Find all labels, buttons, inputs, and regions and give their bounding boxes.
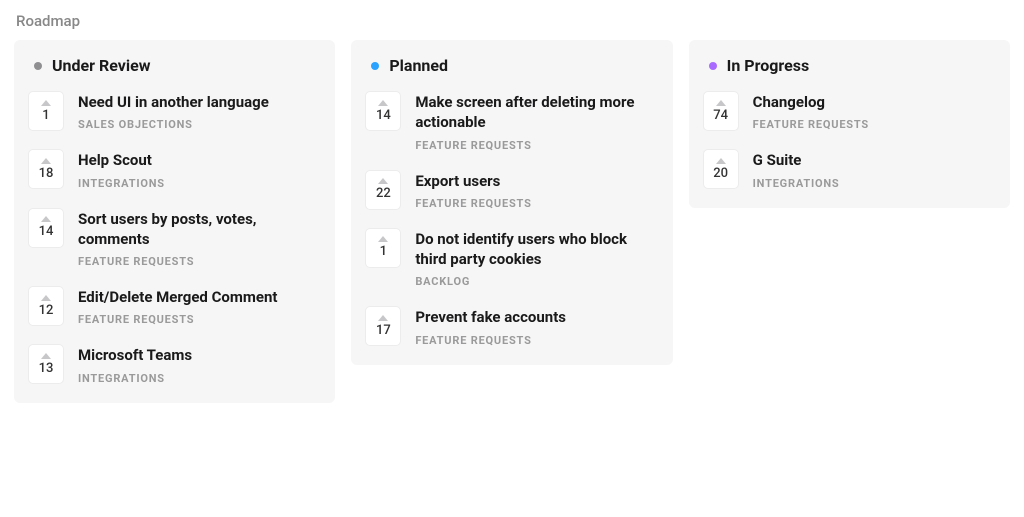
card-category: FEATURE REQUESTS — [78, 255, 321, 268]
roadmap-card: 18 Help Scout INTEGRATIONS — [28, 149, 321, 189]
card-body: Help Scout INTEGRATIONS — [78, 149, 165, 189]
upvote-button[interactable]: 1 — [365, 228, 401, 268]
caret-up-icon — [378, 236, 388, 242]
card-title[interactable]: Edit/Delete Merged Comment — [78, 287, 277, 307]
card-title[interactable]: Prevent fake accounts — [415, 307, 566, 327]
card-category: SALES OBJECTIONS — [78, 118, 269, 131]
card-category: INTEGRATIONS — [78, 372, 192, 385]
card-title[interactable]: Do not identify users who block third pa… — [415, 229, 658, 270]
roadmap-card: 20 G Suite INTEGRATIONS — [703, 149, 996, 189]
card-list: 1 Need UI in another language SALES OBJE… — [28, 91, 321, 385]
roadmap-card: 12 Edit/Delete Merged Comment FEATURE RE… — [28, 286, 321, 326]
vote-count: 14 — [376, 108, 391, 123]
column-header: In Progress — [703, 54, 996, 77]
vote-count: 20 — [713, 166, 728, 181]
roadmap-card: 74 Changelog FEATURE REQUESTS — [703, 91, 996, 131]
upvote-button[interactable]: 22 — [365, 170, 401, 210]
caret-up-icon — [41, 353, 51, 359]
card-body: Prevent fake accounts FEATURE REQUESTS — [415, 306, 566, 346]
card-body: Edit/Delete Merged Comment FEATURE REQUE… — [78, 286, 277, 326]
vote-count: 22 — [376, 186, 391, 201]
card-category: FEATURE REQUESTS — [753, 118, 869, 131]
roadmap-card: 14 Make screen after deleting more actio… — [365, 91, 658, 152]
roadmap-card: 1 Need UI in another language SALES OBJE… — [28, 91, 321, 131]
column-in-progress: In Progress 74 Changelog FEATURE REQUEST… — [689, 40, 1010, 208]
status-dot-icon — [709, 62, 717, 70]
card-body: G Suite INTEGRATIONS — [753, 149, 840, 189]
card-category: INTEGRATIONS — [78, 177, 165, 190]
status-dot-icon — [371, 62, 379, 70]
card-body: Export users FEATURE REQUESTS — [415, 170, 531, 210]
card-category: INTEGRATIONS — [753, 177, 840, 190]
upvote-button[interactable]: 12 — [28, 286, 64, 326]
roadmap-card: 14 Sort users by posts, votes, comments … — [28, 208, 321, 269]
column-title: In Progress — [727, 56, 810, 75]
upvote-button[interactable]: 1 — [28, 91, 64, 131]
caret-up-icon — [378, 315, 388, 321]
roadmap-card: 17 Prevent fake accounts FEATURE REQUEST… — [365, 306, 658, 346]
column-header: Under Review — [28, 54, 321, 77]
column-header: Planned — [365, 54, 658, 77]
roadmap-board: Under Review 1 Need UI in another langua… — [14, 40, 1010, 403]
card-body: Microsoft Teams INTEGRATIONS — [78, 344, 192, 384]
card-title[interactable]: Microsoft Teams — [78, 345, 192, 365]
card-body: Make screen after deleting more actionab… — [415, 91, 658, 152]
column-under-review: Under Review 1 Need UI in another langua… — [14, 40, 335, 403]
column-title: Planned — [389, 56, 448, 75]
upvote-button[interactable]: 17 — [365, 306, 401, 346]
card-title[interactable]: Need UI in another language — [78, 92, 269, 112]
column-title: Under Review — [52, 56, 151, 75]
card-title[interactable]: Help Scout — [78, 150, 165, 170]
roadmap-card: 1 Do not identify users who block third … — [365, 228, 658, 289]
vote-count: 13 — [39, 361, 54, 376]
card-title[interactable]: Changelog — [753, 92, 869, 112]
card-title[interactable]: Make screen after deleting more actionab… — [415, 92, 658, 133]
roadmap-card: 13 Microsoft Teams INTEGRATIONS — [28, 344, 321, 384]
roadmap-card: 22 Export users FEATURE REQUESTS — [365, 170, 658, 210]
card-category: FEATURE REQUESTS — [415, 139, 658, 152]
upvote-button[interactable]: 13 — [28, 344, 64, 384]
card-body: Sort users by posts, votes, comments FEA… — [78, 208, 321, 269]
card-body: Do not identify users who block third pa… — [415, 228, 658, 289]
upvote-button[interactable]: 14 — [28, 208, 64, 248]
page-title: Roadmap — [14, 12, 1010, 30]
caret-up-icon — [378, 178, 388, 184]
upvote-button[interactable]: 14 — [365, 91, 401, 131]
caret-up-icon — [41, 216, 51, 222]
upvote-button[interactable]: 18 — [28, 149, 64, 189]
card-title[interactable]: Sort users by posts, votes, comments — [78, 209, 321, 250]
caret-up-icon — [378, 100, 388, 106]
status-dot-icon — [34, 62, 42, 70]
card-category: BACKLOG — [415, 275, 658, 288]
card-title[interactable]: Export users — [415, 171, 531, 191]
upvote-button[interactable]: 20 — [703, 149, 739, 189]
caret-up-icon — [716, 100, 726, 106]
vote-count: 74 — [713, 108, 728, 123]
card-list: 74 Changelog FEATURE REQUESTS 20 G Suite… — [703, 91, 996, 190]
card-category: FEATURE REQUESTS — [415, 197, 531, 210]
caret-up-icon — [716, 158, 726, 164]
card-category: FEATURE REQUESTS — [78, 313, 277, 326]
vote-count: 18 — [39, 166, 54, 181]
caret-up-icon — [41, 100, 51, 106]
card-category: FEATURE REQUESTS — [415, 334, 566, 347]
caret-up-icon — [41, 158, 51, 164]
card-title[interactable]: G Suite — [753, 150, 840, 170]
card-body: Changelog FEATURE REQUESTS — [753, 91, 869, 131]
vote-count: 14 — [39, 224, 54, 239]
upvote-button[interactable]: 74 — [703, 91, 739, 131]
column-planned: Planned 14 Make screen after deleting mo… — [351, 40, 672, 365]
vote-count: 1 — [380, 244, 387, 259]
vote-count: 17 — [376, 323, 391, 338]
vote-count: 1 — [42, 108, 49, 123]
card-list: 14 Make screen after deleting more actio… — [365, 91, 658, 347]
caret-up-icon — [41, 295, 51, 301]
card-body: Need UI in another language SALES OBJECT… — [78, 91, 269, 131]
vote-count: 12 — [39, 303, 54, 318]
